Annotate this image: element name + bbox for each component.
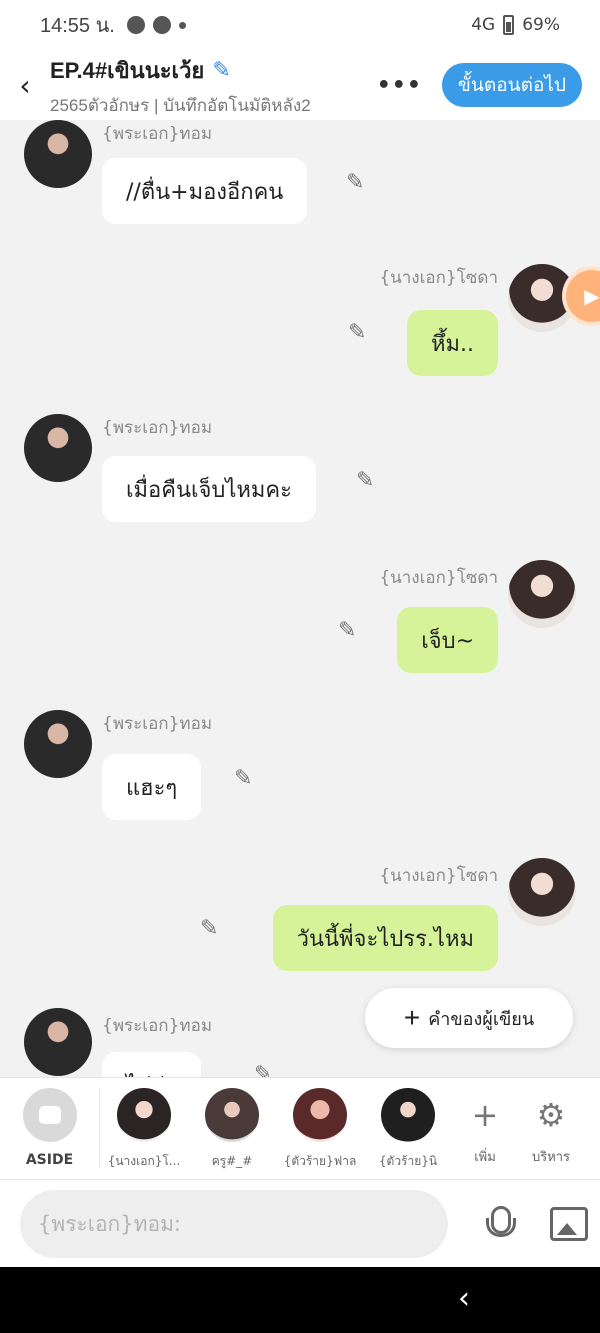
page-title: EP.4#เขินนะเว้ย	[50, 58, 205, 83]
character-bar: ASIDE {นางเอก}โ... ครู#_# {ตัวร้าย}ฟาล {…	[0, 1077, 600, 1179]
edit-pencil-icon[interactable]: ✎	[234, 766, 252, 791]
add-character-button[interactable]: + เพิ่ม	[452, 1088, 518, 1167]
aside-label: ASIDE	[25, 1152, 74, 1168]
system-nav-bar: ‹	[0, 1267, 600, 1333]
message-input[interactable]	[20, 1189, 448, 1258]
header-bar: ‹ EP.4#เขินนะเว้ย ✎ 2565ตัวอักษร | บันทึ…	[0, 50, 600, 120]
avatar	[117, 1088, 171, 1142]
avatar[interactable]	[24, 120, 92, 188]
title-block: EP.4#เขินนะเว้ย ✎ 2565ตัวอักษร | บันทึกอ…	[50, 51, 377, 119]
avatar[interactable]	[508, 560, 576, 628]
plus-icon: +	[471, 1096, 499, 1134]
network-label: 4G	[471, 15, 496, 35]
avatar	[293, 1088, 347, 1142]
status-right: 4G 69%	[471, 15, 560, 35]
speaker-name: {นางเอก}โซดา	[379, 268, 498, 288]
avatar[interactable]	[508, 858, 576, 926]
page-subtitle: 2565ตัวอักษร | บันทึกอัตโนมัติหลัง2	[50, 96, 311, 115]
speaker-name: {พระเอก}ทอม	[102, 124, 213, 144]
speaker-name: {พระเอก}ทอม	[102, 1016, 213, 1036]
message-bubble[interactable]: แฮะๆ	[102, 754, 202, 820]
avatar	[381, 1088, 435, 1142]
edit-pencil-icon[interactable]: ✎	[338, 618, 356, 643]
manage-button[interactable]: ⚙ บริหาร	[518, 1088, 584, 1167]
message-bubble[interactable]: วันนี้พี่จะไปรร.ไหม	[272, 905, 498, 971]
edit-title-pencil-icon[interactable]: ✎	[212, 58, 230, 83]
mic-icon[interactable]	[478, 1204, 518, 1244]
edit-pencil-icon[interactable]: ✎	[200, 916, 218, 941]
line-icon	[152, 16, 171, 34]
gear-icon: ⚙	[536, 1096, 566, 1134]
notification-icons	[126, 16, 186, 34]
more-options-button[interactable]: •••	[377, 73, 422, 98]
character-name: ครู#_#	[211, 1154, 253, 1168]
status-time: 14:55 น.	[40, 15, 115, 37]
speaker-name: {พระเอก}ทอม	[102, 418, 213, 438]
image-icon[interactable]	[550, 1206, 588, 1241]
chat-area[interactable]: {พระเอก}ทอม //ตื่น+มองอีกคน ✎ {นางเอก}โซ…	[0, 120, 600, 1077]
author-note-button[interactable]: + คำของผู้เขียน	[365, 988, 573, 1048]
message-bubble[interactable]: เจ็บ~	[397, 607, 498, 673]
edit-pencil-icon[interactable]: ✎	[254, 1062, 272, 1077]
character-name: {ตัวร้าย}ฟาล	[283, 1154, 357, 1168]
avatar[interactable]	[24, 1008, 92, 1076]
message-bubble[interactable]: ไม่ล่ะ	[102, 1052, 201, 1077]
speaker-name: {นางเอก}โซดา	[379, 866, 498, 886]
aside-button[interactable]: ASIDE	[0, 1088, 100, 1168]
message-bubble[interactable]: เมื่อคืนเจ็บไหมคะ	[102, 456, 316, 522]
status-bar: 14:55 น. 4G 69%	[0, 0, 600, 50]
more-notifications-icon	[178, 21, 186, 29]
system-back-icon[interactable]: ‹	[458, 1281, 470, 1316]
input-bar	[0, 1179, 600, 1267]
messenger-icon	[126, 16, 145, 34]
battery-icon	[503, 15, 515, 35]
avatar	[205, 1088, 259, 1142]
edit-pencil-icon[interactable]: ✎	[348, 320, 366, 345]
character-item[interactable]: ครู#_#	[188, 1088, 276, 1171]
author-note-label: คำของผู้เขียน	[428, 1008, 535, 1029]
plus-icon: +	[403, 1002, 421, 1033]
speaker-name: {นางเอก}โซดา	[379, 568, 498, 588]
battery-level: 69%	[522, 15, 560, 35]
manage-label: บริหาร	[531, 1150, 571, 1165]
character-item[interactable]: {ตัวร้าย}นิ	[364, 1088, 452, 1171]
edit-pencil-icon[interactable]: ✎	[356, 468, 374, 493]
speaker-name: {พระเอก}ทอม	[102, 714, 213, 734]
aside-icon	[22, 1088, 77, 1142]
character-name: {ตัวร้าย}นิ	[378, 1154, 438, 1168]
back-arrow-icon[interactable]: ‹	[0, 50, 50, 120]
next-step-button[interactable]: ขั้นตอนต่อไป	[441, 63, 582, 107]
character-item[interactable]: {ตัวร้าย}ฟาล	[276, 1088, 364, 1171]
message-bubble[interactable]: หึ้ม..	[407, 310, 498, 376]
avatar[interactable]	[24, 710, 92, 778]
message-bubble[interactable]: //ตื่น+มองอีกคน	[102, 158, 308, 224]
edit-pencil-icon[interactable]: ✎	[346, 170, 364, 195]
add-label: เพิ่ม	[474, 1150, 496, 1165]
avatar[interactable]	[24, 414, 92, 482]
character-item[interactable]: {นางเอก}โ...	[100, 1088, 188, 1171]
character-name: {นางเอก}โ...	[107, 1154, 181, 1168]
